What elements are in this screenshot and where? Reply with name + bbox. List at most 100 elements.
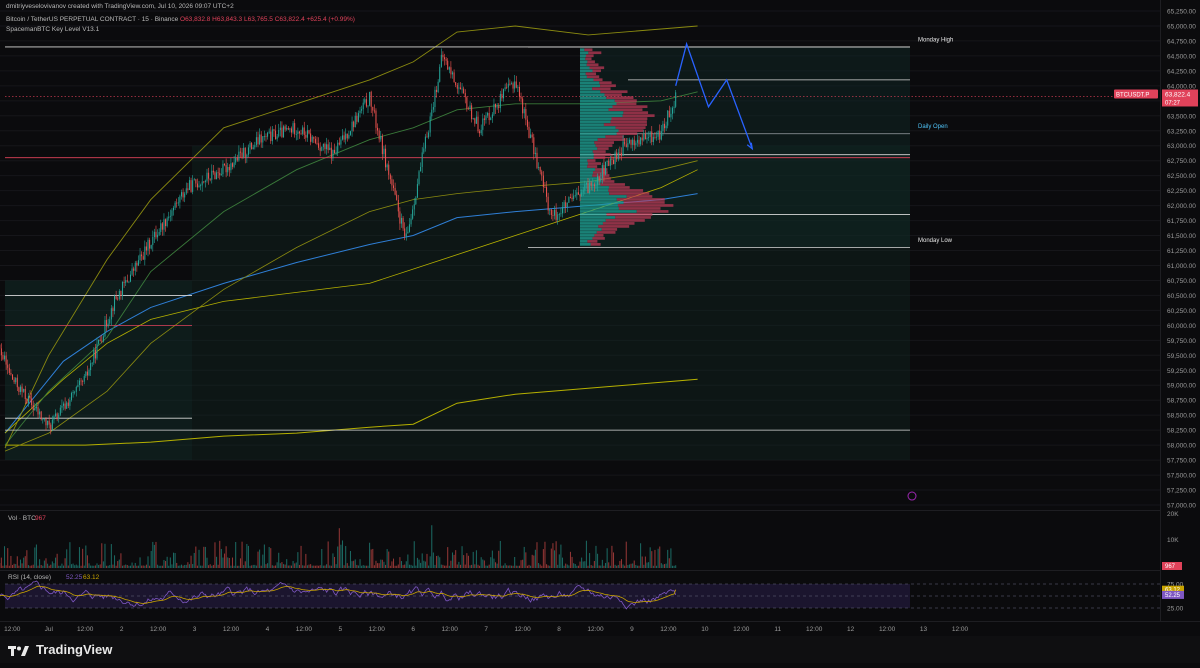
candle-up bbox=[278, 130, 279, 136]
candle-up bbox=[230, 163, 231, 170]
volume-profile-bar-up bbox=[580, 114, 623, 117]
volume-bar bbox=[34, 547, 35, 568]
volume-bar bbox=[85, 546, 86, 568]
candle-up bbox=[194, 179, 195, 180]
candle-up bbox=[52, 420, 53, 430]
volume-bar bbox=[438, 556, 439, 568]
volume-bar bbox=[224, 554, 225, 568]
pane-divider bbox=[0, 570, 1160, 571]
candle-up bbox=[130, 275, 131, 282]
volume-bar bbox=[155, 542, 156, 568]
volume-bar bbox=[301, 546, 302, 568]
volume-bar bbox=[309, 565, 310, 568]
candle-down bbox=[525, 109, 526, 120]
candle-up bbox=[352, 122, 353, 132]
candle-up bbox=[151, 245, 152, 249]
volume-profile-bar-down bbox=[611, 120, 647, 123]
candle-up bbox=[401, 218, 402, 224]
candle-up bbox=[144, 246, 145, 259]
volume-bar bbox=[642, 556, 643, 568]
volume-bar bbox=[293, 561, 294, 568]
volume-bar bbox=[65, 558, 66, 568]
volume-profile-bar-down bbox=[604, 123, 647, 126]
tradingview-logo[interactable]: TradingView bbox=[8, 642, 112, 657]
chart-canvas[interactable]: 57,000.0057,250.0057,500.0057,750.0058,0… bbox=[0, 0, 1200, 663]
volume-bar bbox=[607, 548, 608, 568]
candle-down bbox=[165, 219, 166, 226]
volume-bar bbox=[594, 561, 595, 568]
volume-bar bbox=[401, 561, 402, 568]
candle-up bbox=[60, 408, 61, 415]
candle-down bbox=[642, 138, 643, 141]
volume-bar bbox=[312, 566, 313, 568]
volume-bar bbox=[288, 566, 289, 568]
candle-up bbox=[423, 149, 424, 153]
volume-bar bbox=[460, 565, 461, 568]
candle-down bbox=[519, 87, 520, 97]
volume-profile-bar-up bbox=[580, 87, 592, 90]
indicator-legend[interactable]: SpacemanBTC Key Level V13.1 bbox=[6, 26, 99, 33]
volume-bar bbox=[372, 549, 373, 568]
candle-up bbox=[336, 152, 337, 153]
candle-down bbox=[37, 407, 38, 414]
candle-up bbox=[430, 116, 431, 132]
symbol-legend[interactable]: Bitcoin / TetherUS PERPETUAL CONTRACT · … bbox=[6, 16, 355, 23]
volume-bar bbox=[514, 557, 515, 568]
candle-up bbox=[406, 233, 407, 236]
volume-bar bbox=[257, 552, 258, 568]
candle-up bbox=[132, 268, 133, 274]
candle-down bbox=[447, 61, 448, 70]
volume-bar bbox=[278, 553, 279, 568]
candle-up bbox=[147, 240, 148, 251]
candle-up bbox=[171, 210, 172, 216]
candle-down bbox=[195, 179, 196, 183]
candle-down bbox=[603, 165, 604, 174]
candle-up bbox=[422, 152, 423, 167]
candle-up bbox=[575, 195, 576, 196]
volume-profile-bar-down bbox=[597, 147, 608, 150]
volume-bar bbox=[63, 566, 64, 568]
candle-up bbox=[369, 92, 370, 106]
candle-up bbox=[412, 209, 413, 218]
volume-bar bbox=[375, 561, 376, 568]
volume-bar bbox=[152, 542, 153, 568]
volume-bar bbox=[613, 552, 614, 568]
price-tick-label: 60,000.00 bbox=[1167, 323, 1196, 330]
volume-bar bbox=[409, 565, 410, 568]
price-tick-label: 61,250.00 bbox=[1167, 248, 1196, 255]
volume-bar bbox=[454, 555, 455, 568]
candle-up bbox=[216, 172, 217, 179]
candle-down bbox=[522, 99, 523, 114]
volume-bar bbox=[599, 565, 600, 568]
candle-up bbox=[246, 155, 247, 158]
candle-up bbox=[584, 185, 585, 191]
candle-up bbox=[235, 158, 236, 163]
candle-down bbox=[95, 350, 96, 359]
candle-up bbox=[109, 319, 110, 323]
volume-bar bbox=[307, 565, 308, 568]
volume-bar bbox=[189, 564, 190, 568]
candle-up bbox=[559, 214, 560, 215]
volume-bar bbox=[631, 564, 632, 568]
volume-profile-bar-down bbox=[596, 144, 613, 147]
candle-up bbox=[323, 144, 324, 147]
time-tick-label: 2 bbox=[120, 626, 124, 633]
price-chart-svg[interactable]: 57,000.0057,250.0057,500.0057,750.0058,0… bbox=[0, 0, 1200, 663]
candle-down bbox=[489, 113, 490, 120]
volume-profile-bar-down bbox=[590, 66, 605, 69]
candle-up bbox=[205, 181, 206, 182]
volume-bar bbox=[465, 565, 466, 568]
candle-down bbox=[377, 128, 378, 131]
volume-bar bbox=[277, 562, 278, 568]
volume-bar bbox=[235, 542, 236, 568]
candle-up bbox=[428, 133, 429, 138]
volume-profile-bar-up bbox=[580, 162, 588, 165]
candle-up bbox=[367, 106, 368, 107]
candle-down bbox=[471, 105, 472, 119]
volume-bar bbox=[428, 566, 429, 568]
volume-bar bbox=[414, 541, 415, 568]
volume-bar bbox=[45, 558, 46, 568]
candle-down bbox=[320, 148, 321, 151]
candle-down bbox=[442, 55, 443, 57]
volume-bar bbox=[364, 566, 365, 568]
